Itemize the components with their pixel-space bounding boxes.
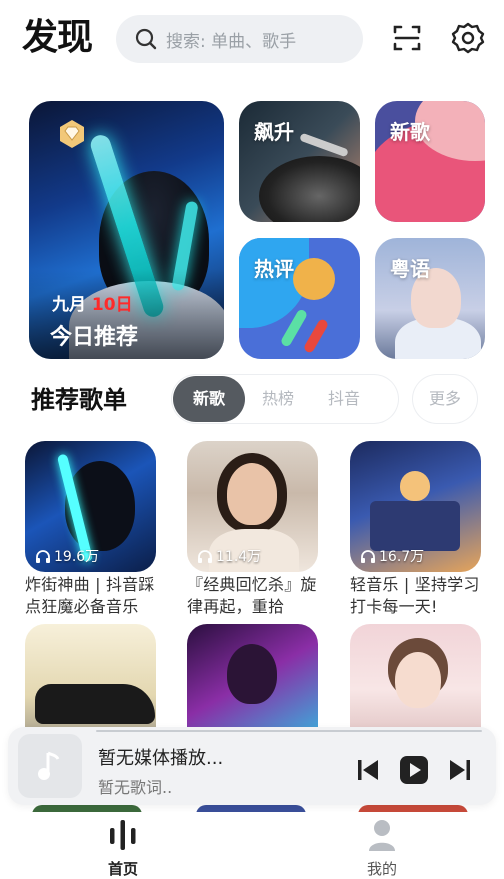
next-icon bbox=[450, 760, 470, 780]
play-button[interactable] bbox=[399, 755, 429, 785]
daily-day: 10日 bbox=[91, 295, 133, 315]
tile-cantonese[interactable]: 粤语 bbox=[375, 238, 485, 359]
page-title: 发现 bbox=[22, 17, 93, 58]
vip-diamond-icon bbox=[60, 120, 84, 148]
mini-player[interactable]: 暂无媒体播放... 暂无歌词.. bbox=[8, 727, 496, 805]
tile-label: 热评 bbox=[254, 257, 294, 281]
more-button[interactable]: 更多 bbox=[413, 375, 477, 423]
playlist-card[interactable]: 19.6万 炸街神曲 | 抖音踩点狂魔必备音乐 bbox=[25, 441, 156, 618]
nav-profile-label: 我的 bbox=[366, 860, 397, 878]
player-title: 暂无媒体播放... bbox=[98, 748, 224, 769]
play-icon bbox=[400, 756, 428, 784]
headphones-icon bbox=[36, 550, 50, 563]
album-art bbox=[18, 734, 82, 798]
section-title: 推荐歌单 bbox=[31, 386, 127, 414]
daily-month: 九月 bbox=[52, 295, 86, 315]
header: 发现 搜索: 单曲、歌手 bbox=[0, 0, 504, 80]
tile-label: 新歌 bbox=[390, 120, 430, 144]
playlist-card[interactable]: 16.7万 轻音乐 | 坚持学习打卡每一天! bbox=[350, 441, 481, 618]
playlist-card[interactable]: 11.4万 『经典回忆杀』旋律再起，重拾 bbox=[187, 441, 318, 618]
tab-hot[interactable]: 热榜 bbox=[245, 375, 311, 423]
search-icon bbox=[135, 28, 157, 50]
playlist-cover: 11.4万 bbox=[187, 441, 318, 572]
playlist-tabs: 新歌 热榜 抖音 bbox=[172, 375, 398, 423]
previous-button[interactable] bbox=[353, 755, 383, 785]
headphones-icon bbox=[198, 550, 212, 563]
scan-button[interactable] bbox=[389, 20, 425, 56]
tile-rising[interactable]: 飙升 bbox=[239, 101, 360, 222]
previous-icon bbox=[358, 760, 378, 780]
play-count: 16.7万 bbox=[360, 546, 424, 566]
settings-gear-icon bbox=[451, 22, 485, 54]
profile-icon bbox=[369, 820, 395, 851]
daily-date: 九月 10日 bbox=[52, 290, 133, 315]
bottom-nav: 首页 我的 bbox=[0, 812, 504, 879]
tile-new-songs[interactable]: 新歌 bbox=[375, 101, 485, 222]
daily-title: 今日推荐 bbox=[50, 325, 139, 350]
search-bar[interactable]: 搜索: 单曲、歌手 bbox=[116, 15, 363, 63]
daily-recommend-card[interactable]: 九月 10日 今日推荐 bbox=[29, 101, 224, 359]
tile-label: 飙升 bbox=[254, 120, 294, 144]
headphones-icon bbox=[361, 550, 375, 563]
playlist-name: 炸街神曲 | 抖音踩点狂魔必备音乐 bbox=[25, 575, 155, 616]
play-count: 19.6万 bbox=[35, 546, 99, 566]
next-button[interactable] bbox=[445, 755, 475, 785]
player-subtitle: 暂无歌词.. bbox=[98, 778, 173, 797]
music-note-icon bbox=[38, 751, 60, 780]
search-placeholder: 搜索: 单曲、歌手 bbox=[166, 31, 297, 52]
tab-douyin[interactable]: 抖音 bbox=[311, 375, 377, 423]
tab-new[interactable]: 新歌 bbox=[173, 376, 246, 422]
nav-home[interactable]: 首页 bbox=[93, 818, 153, 879]
nav-home-label: 首页 bbox=[107, 860, 138, 878]
scan-icon bbox=[393, 25, 421, 51]
playlist-name: 轻音乐 | 坚持学习打卡每一天! bbox=[350, 575, 480, 616]
tile-hot-comments[interactable]: 热评 bbox=[239, 238, 360, 359]
tile-label: 粤语 bbox=[390, 257, 430, 281]
playlist-cover: 19.6万 bbox=[25, 441, 156, 572]
playlist-name: 『经典回忆杀』旋律再起，重拾 bbox=[187, 575, 317, 616]
nav-profile[interactable]: 我的 bbox=[352, 818, 412, 879]
player-progress bbox=[96, 730, 482, 732]
play-count: 11.4万 bbox=[197, 546, 261, 566]
settings-button[interactable] bbox=[450, 20, 486, 56]
playlist-cover: 16.7万 bbox=[350, 441, 481, 572]
home-bars-icon bbox=[110, 820, 136, 850]
